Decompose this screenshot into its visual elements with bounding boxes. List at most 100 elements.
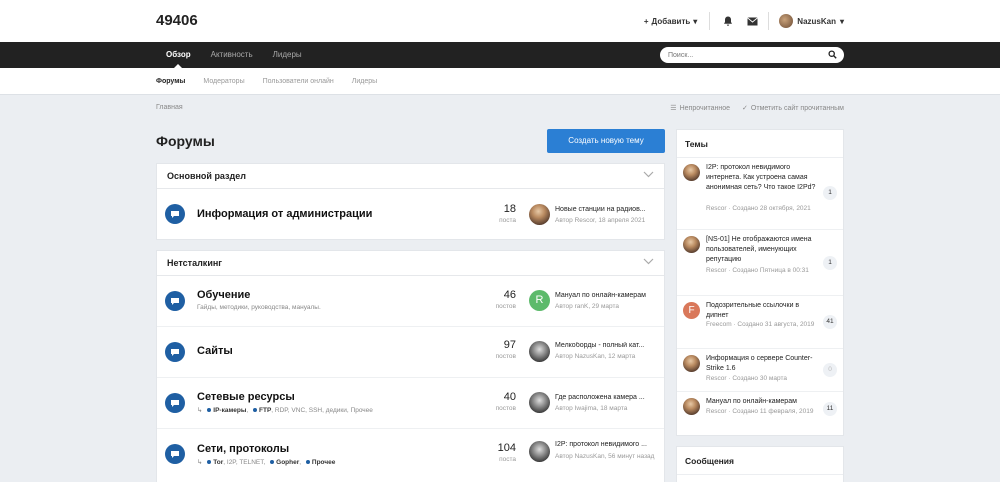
topics-widget: Темы I2P: протокол невидимого интернета.… (676, 129, 844, 436)
post-count: 18 поста (499, 203, 516, 224)
unread-link[interactable]: ☰ Непрочитанное (670, 104, 730, 112)
topic-title[interactable]: I2P: протокол невидимого интернета. Как … (706, 163, 816, 193)
topic-avatar[interactable] (683, 164, 700, 181)
topic-item[interactable]: F Подозрительные ссылочки в дипнет Freec… (677, 296, 843, 349)
subforum-link[interactable]: RDP, VNC, SSH, дедики (275, 407, 347, 414)
search-input[interactable] (660, 47, 810, 63)
messages-button[interactable] (740, 12, 764, 30)
post-count-value: 97 (503, 339, 516, 351)
last-post-avatar[interactable] (529, 341, 550, 362)
subtab-online-users[interactable]: Пользователи онлайн (263, 68, 334, 95)
subforum-link[interactable]: FTP (259, 407, 271, 414)
sub-nav: Форумы Модераторы Пользователи онлайн Ли… (0, 68, 1000, 95)
subforum-dot (270, 460, 275, 465)
section-title: Нетсталкинг (167, 258, 223, 268)
topic-avatar[interactable]: F (683, 302, 700, 319)
mark-read-label: Отметить сайт прочитанным (750, 105, 844, 112)
forum-section: Основной раздел Информация от администра… (156, 163, 665, 240)
subforum-dot (253, 408, 258, 413)
subforum-link[interactable]: Tor (213, 459, 223, 466)
mark-read-link[interactable]: ✓ Отметить сайт прочитанным (742, 104, 844, 112)
forum-name[interactable]: Сетевые ресурсы (197, 391, 295, 403)
forum-subforums: ↳ Tor, I2P, TELNET, Gopher, Прочее (197, 459, 336, 466)
messages-widget: Сообщения (676, 446, 844, 482)
subforum-link[interactable]: Прочее (312, 459, 335, 466)
last-post-avatar[interactable] (529, 204, 550, 225)
subtab-forums[interactable]: Форумы (156, 68, 185, 95)
last-post-title[interactable]: I2P: протокол невидимого ... (555, 441, 661, 448)
section-header[interactable]: Основной раздел (157, 164, 664, 189)
breadcrumb-home[interactable]: Главная (156, 104, 183, 111)
forum-name[interactable]: Сети, протоколы (197, 443, 289, 455)
forum-row[interactable]: Обучение Гайды, методики, руководства, м… (157, 276, 664, 327)
last-post-avatar[interactable]: R (529, 290, 550, 311)
subforum-link[interactable]: I2P (227, 459, 236, 466)
last-post-title[interactable]: Где расположена камера ... (555, 394, 661, 401)
subforum-link[interactable]: IP-камеры (213, 407, 246, 414)
topic-item[interactable]: Мануал по онлайн-камерам Rescor · Создан… (677, 392, 843, 434)
topic-avatar[interactable] (683, 236, 700, 253)
topic-meta: Rescor · Создано Пятница в 00:31 (706, 267, 809, 274)
forum-chat-icon (165, 342, 185, 362)
topic-title[interactable]: Мануал по онлайн-камерам (706, 397, 816, 407)
list-icon: ☰ (670, 105, 677, 112)
tab-activity[interactable]: Активность (201, 42, 263, 68)
last-post-meta: Автор Iwajima, 18 марта (555, 405, 628, 412)
last-post-title[interactable]: Новые станции на радиов... (555, 206, 661, 213)
post-count-label: поста (499, 456, 516, 463)
topic-avatar[interactable] (683, 398, 700, 415)
last-post-avatar[interactable] (529, 441, 550, 462)
post-count-label: постов (495, 353, 516, 360)
post-count-label: постов (495, 405, 516, 412)
breadcrumb: Главная (156, 104, 183, 111)
tab-leaders[interactable]: Лидеры (263, 42, 312, 68)
subforum-dot (207, 408, 212, 413)
post-count: 40 постов (496, 391, 516, 412)
create-topic-button[interactable]: Создать новую тему (547, 129, 665, 153)
last-post-title[interactable]: Мануал по онлайн-камерам (555, 292, 661, 299)
user-menu[interactable]: NazusKan ▾ (768, 12, 844, 30)
subtab-moderators[interactable]: Модераторы (203, 68, 244, 95)
topic-item[interactable]: [NS-01] Не отображаются имена пользовате… (677, 230, 843, 296)
section-header[interactable]: Нетсталкинг (157, 251, 664, 276)
forum-description: Гайды, методики, руководства, мануалы. (197, 304, 321, 311)
subforum-link[interactable]: Gopher (276, 459, 299, 466)
subforum-dot (305, 460, 310, 465)
site-title[interactable]: 49406 (156, 12, 198, 29)
forum-row[interactable]: Сетевые ресурсы ↳ IP-камеры, FTP, RDP, V… (157, 378, 664, 429)
subforum-link[interactable]: TELNET (239, 459, 263, 466)
subforum-link[interactable]: Прочее (351, 407, 373, 414)
forum-name[interactable]: Обучение (197, 289, 250, 301)
topic-avatar[interactable] (683, 355, 700, 372)
top-bar: 49406 + Добавить ▾ NazusKan ▾ (0, 0, 1000, 42)
forum-name[interactable]: Информация от администрации (197, 208, 372, 220)
forum-name[interactable]: Сайты (197, 345, 233, 357)
topic-item[interactable]: I2P: протокол невидимого интернета. Как … (677, 158, 843, 230)
caret-down-icon: ▾ (839, 16, 844, 26)
search-icon[interactable] (828, 50, 837, 59)
topic-title[interactable]: [NS-01] Не отображаются имена пользовате… (706, 235, 816, 265)
page-title: Форумы (156, 133, 215, 149)
topic-title[interactable]: Подозрительные ссылочки в дипнет (706, 301, 816, 321)
last-post-avatar[interactable] (529, 392, 550, 413)
add-button[interactable]: + Добавить ▾ (644, 12, 711, 30)
forum-row[interactable]: Сети, протоколы ↳ Tor, I2P, TELNET, Goph… (157, 429, 664, 480)
breadcrumb-actions: ☰ Непрочитанное ✓ Отметить сайт прочитанны… (670, 104, 844, 112)
subtab-leaders[interactable]: Лидеры (352, 68, 377, 95)
reply-count-badge: 11 (823, 402, 837, 416)
tab-overview[interactable]: Обзор (156, 42, 201, 68)
topic-meta: Rescor · Создано 11 февраля, 2019 (706, 408, 814, 415)
chevron-down-icon[interactable] (643, 258, 654, 265)
unread-label: Непрочитанное (679, 105, 731, 112)
forum-row[interactable]: Информация от администрации 18 поста Нов… (157, 189, 664, 240)
last-post-title[interactable]: Мелкоборды - полный кат... (555, 342, 661, 349)
notifications-button[interactable] (716, 12, 740, 30)
topic-item[interactable]: Информация о сервере Counter-Strike 1.6 … (677, 349, 843, 392)
post-count-value: 104 (497, 442, 516, 454)
reply-count-badge: 1 (823, 186, 837, 200)
forum-row[interactable]: Сайты 97 постов Мелкоборды - полный кат.… (157, 327, 664, 378)
topic-title[interactable]: Информация о сервере Counter-Strike 1.6 (706, 354, 816, 374)
forum-section: Нетсталкинг Обучение Гайды, методики, ру… (156, 250, 665, 482)
check-icon: ✓ (742, 105, 748, 112)
chevron-down-icon[interactable] (643, 171, 654, 178)
